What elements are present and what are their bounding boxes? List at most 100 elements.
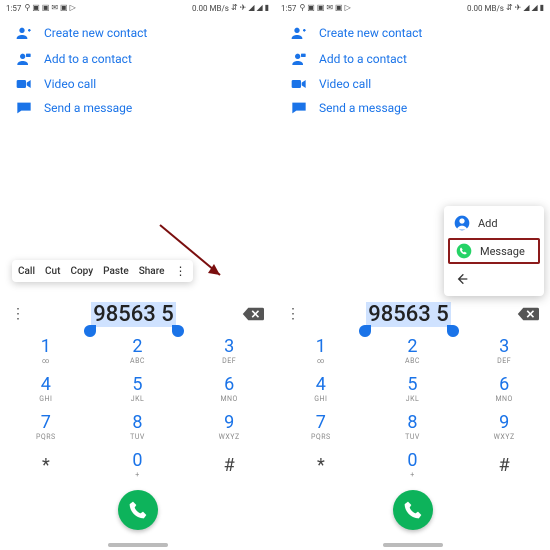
- dialer: ⋮ 98563 5 1∞ 2ABC 3DEF 4GHI 5JKL 6MNO 7P…: [0, 296, 275, 550]
- key-4[interactable]: 4GHI: [0, 370, 92, 408]
- toolbar-cut[interactable]: Cut: [45, 266, 60, 277]
- video-call-row[interactable]: Video call: [0, 72, 275, 96]
- key-5[interactable]: 5JKL: [92, 370, 184, 408]
- status-time: 1:57: [281, 4, 296, 13]
- key-star[interactable]: *: [0, 446, 92, 484]
- toolbar-copy[interactable]: Copy: [70, 266, 93, 277]
- key-9[interactable]: 9WXYZ: [458, 408, 550, 446]
- status-bar: 1:57 ⚲ ▣ ▣ ✉ ▣ ▷ 0.00 MB/s ⇵ ✈ ◢ ◢ ▮: [275, 0, 550, 16]
- create-contact-label: Create new contact: [319, 26, 422, 40]
- backspace-button[interactable]: [241, 305, 265, 323]
- status-net: 0.00 MB/s: [467, 4, 504, 13]
- key-1[interactable]: 1∞: [275, 332, 367, 370]
- overflow-add[interactable]: Add: [444, 210, 544, 236]
- dialer: ⋮ 98563 5 1∞ 2ABC 3DEF 4GHI 5JKL 6MNO 7P…: [275, 296, 550, 550]
- person-badge-icon: [16, 51, 32, 67]
- suggestions: Create new contact Add to a contact Vide…: [275, 16, 550, 120]
- video-icon: [291, 78, 307, 90]
- video-call-label: Video call: [319, 77, 371, 91]
- selection-handle-left[interactable]: [359, 325, 371, 337]
- key-hash[interactable]: #: [183, 446, 275, 484]
- create-contact-label: Create new contact: [44, 26, 147, 40]
- selection-handle-right[interactable]: [447, 325, 459, 337]
- dialer-menu-icon[interactable]: ⋮: [285, 306, 301, 322]
- status-icons-right: ⇵ ✈ ◢ ◢ ▮: [506, 4, 544, 12]
- status-icons-right: ⇵ ✈ ◢ ◢ ▮: [231, 4, 269, 12]
- overflow-message-label: Message: [480, 245, 525, 258]
- number-display[interactable]: 98563 5: [301, 302, 516, 327]
- key-hash[interactable]: #: [458, 446, 550, 484]
- key-7[interactable]: 7PQRS: [275, 408, 367, 446]
- key-7[interactable]: 7PQRS: [0, 408, 92, 446]
- overflow-message[interactable]: Message: [448, 238, 540, 264]
- add-contact-icon: [454, 215, 470, 231]
- keypad: 1∞ 2ABC 3DEF 4GHI 5JKL 6MNO 7PQRS 8TUV 9…: [0, 332, 275, 484]
- send-message-label: Send a message: [319, 101, 407, 115]
- key-0[interactable]: 0+: [367, 446, 459, 484]
- status-bar: 1:57 ⚲ ▣ ▣ ✉ ▣ ▷ 0.00 MB/s ⇵ ✈ ◢ ◢ ▮: [0, 0, 275, 16]
- call-button[interactable]: [393, 490, 433, 530]
- person-badge-icon: [291, 51, 307, 67]
- add-to-contact-label: Add to a contact: [44, 52, 132, 66]
- video-call-label: Video call: [44, 77, 96, 91]
- dialer-menu-icon[interactable]: ⋮: [10, 306, 26, 322]
- person-add-icon: [16, 25, 32, 41]
- suggestions: Create new contact Add to a contact Vide…: [0, 16, 275, 120]
- keypad: 1∞ 2ABC 3DEF 4GHI 5JKL 6MNO 7PQRS 8TUV 9…: [275, 332, 550, 484]
- key-8[interactable]: 8TUV: [92, 408, 184, 446]
- toolbar-call[interactable]: Call: [18, 266, 35, 277]
- overflow-back[interactable]: [444, 266, 544, 292]
- toolbar-paste[interactable]: Paste: [103, 266, 129, 277]
- status-icons-left: ⚲ ▣ ▣ ✉ ▣ ▷: [299, 4, 350, 12]
- video-icon: [16, 78, 32, 90]
- call-button[interactable]: [118, 490, 158, 530]
- whatsapp-icon: [456, 243, 472, 259]
- key-6[interactable]: 6MNO: [458, 370, 550, 408]
- number-text: 98563 5: [366, 302, 451, 327]
- key-6[interactable]: 6MNO: [183, 370, 275, 408]
- text-selection-toolbar: Call Cut Copy Paste Share ⋮: [12, 260, 193, 282]
- add-to-contact-row[interactable]: Add to a contact: [275, 46, 550, 72]
- key-1[interactable]: 1∞: [0, 332, 92, 370]
- selection-handle-right[interactable]: [172, 325, 184, 337]
- nav-bar: [0, 540, 275, 550]
- status-time: 1:57: [6, 4, 21, 13]
- number-text: 98563 5: [91, 302, 176, 327]
- number-display[interactable]: 98563 5: [26, 302, 241, 327]
- screen-right: 1:57 ⚲ ▣ ▣ ✉ ▣ ▷ 0.00 MB/s ⇵ ✈ ◢ ◢ ▮ Cre…: [275, 0, 550, 550]
- key-2[interactable]: 2ABC: [92, 332, 184, 370]
- nav-pill[interactable]: [108, 543, 168, 547]
- add-to-contact-label: Add to a contact: [319, 52, 407, 66]
- toolbar-more-icon[interactable]: ⋮: [175, 264, 187, 278]
- key-3[interactable]: 3DEF: [183, 332, 275, 370]
- send-message-row[interactable]: Send a message: [275, 96, 550, 120]
- create-contact-row[interactable]: Create new contact: [275, 20, 550, 46]
- person-add-icon: [291, 25, 307, 41]
- key-star[interactable]: *: [275, 446, 367, 484]
- add-to-contact-row[interactable]: Add to a contact: [0, 46, 275, 72]
- screen-left: 1:57 ⚲ ▣ ▣ ✉ ▣ ▷ 0.00 MB/s ⇵ ✈ ◢ ◢ ▮ Cre…: [0, 0, 275, 550]
- create-contact-row[interactable]: Create new contact: [0, 20, 275, 46]
- send-message-row[interactable]: Send a message: [0, 96, 275, 120]
- nav-pill[interactable]: [383, 543, 443, 547]
- key-8[interactable]: 8TUV: [367, 408, 459, 446]
- video-call-row[interactable]: Video call: [275, 72, 550, 96]
- nav-bar: [275, 540, 550, 550]
- status-icons-left: ⚲ ▣ ▣ ✉ ▣ ▷: [24, 4, 75, 12]
- message-icon: [291, 101, 307, 115]
- key-4[interactable]: 4GHI: [275, 370, 367, 408]
- message-icon: [16, 101, 32, 115]
- key-0[interactable]: 0+: [92, 446, 184, 484]
- send-message-label: Send a message: [44, 101, 132, 115]
- key-3[interactable]: 3DEF: [458, 332, 550, 370]
- overflow-add-label: Add: [478, 217, 498, 230]
- key-9[interactable]: 9WXYZ: [183, 408, 275, 446]
- toolbar-share[interactable]: Share: [139, 266, 165, 277]
- back-arrow-icon: [454, 271, 470, 287]
- status-net: 0.00 MB/s: [192, 4, 229, 13]
- key-2[interactable]: 2ABC: [367, 332, 459, 370]
- backspace-button[interactable]: [516, 305, 540, 323]
- overflow-menu: Add Message: [444, 206, 544, 296]
- selection-handle-left[interactable]: [84, 325, 96, 337]
- key-5[interactable]: 5JKL: [367, 370, 459, 408]
